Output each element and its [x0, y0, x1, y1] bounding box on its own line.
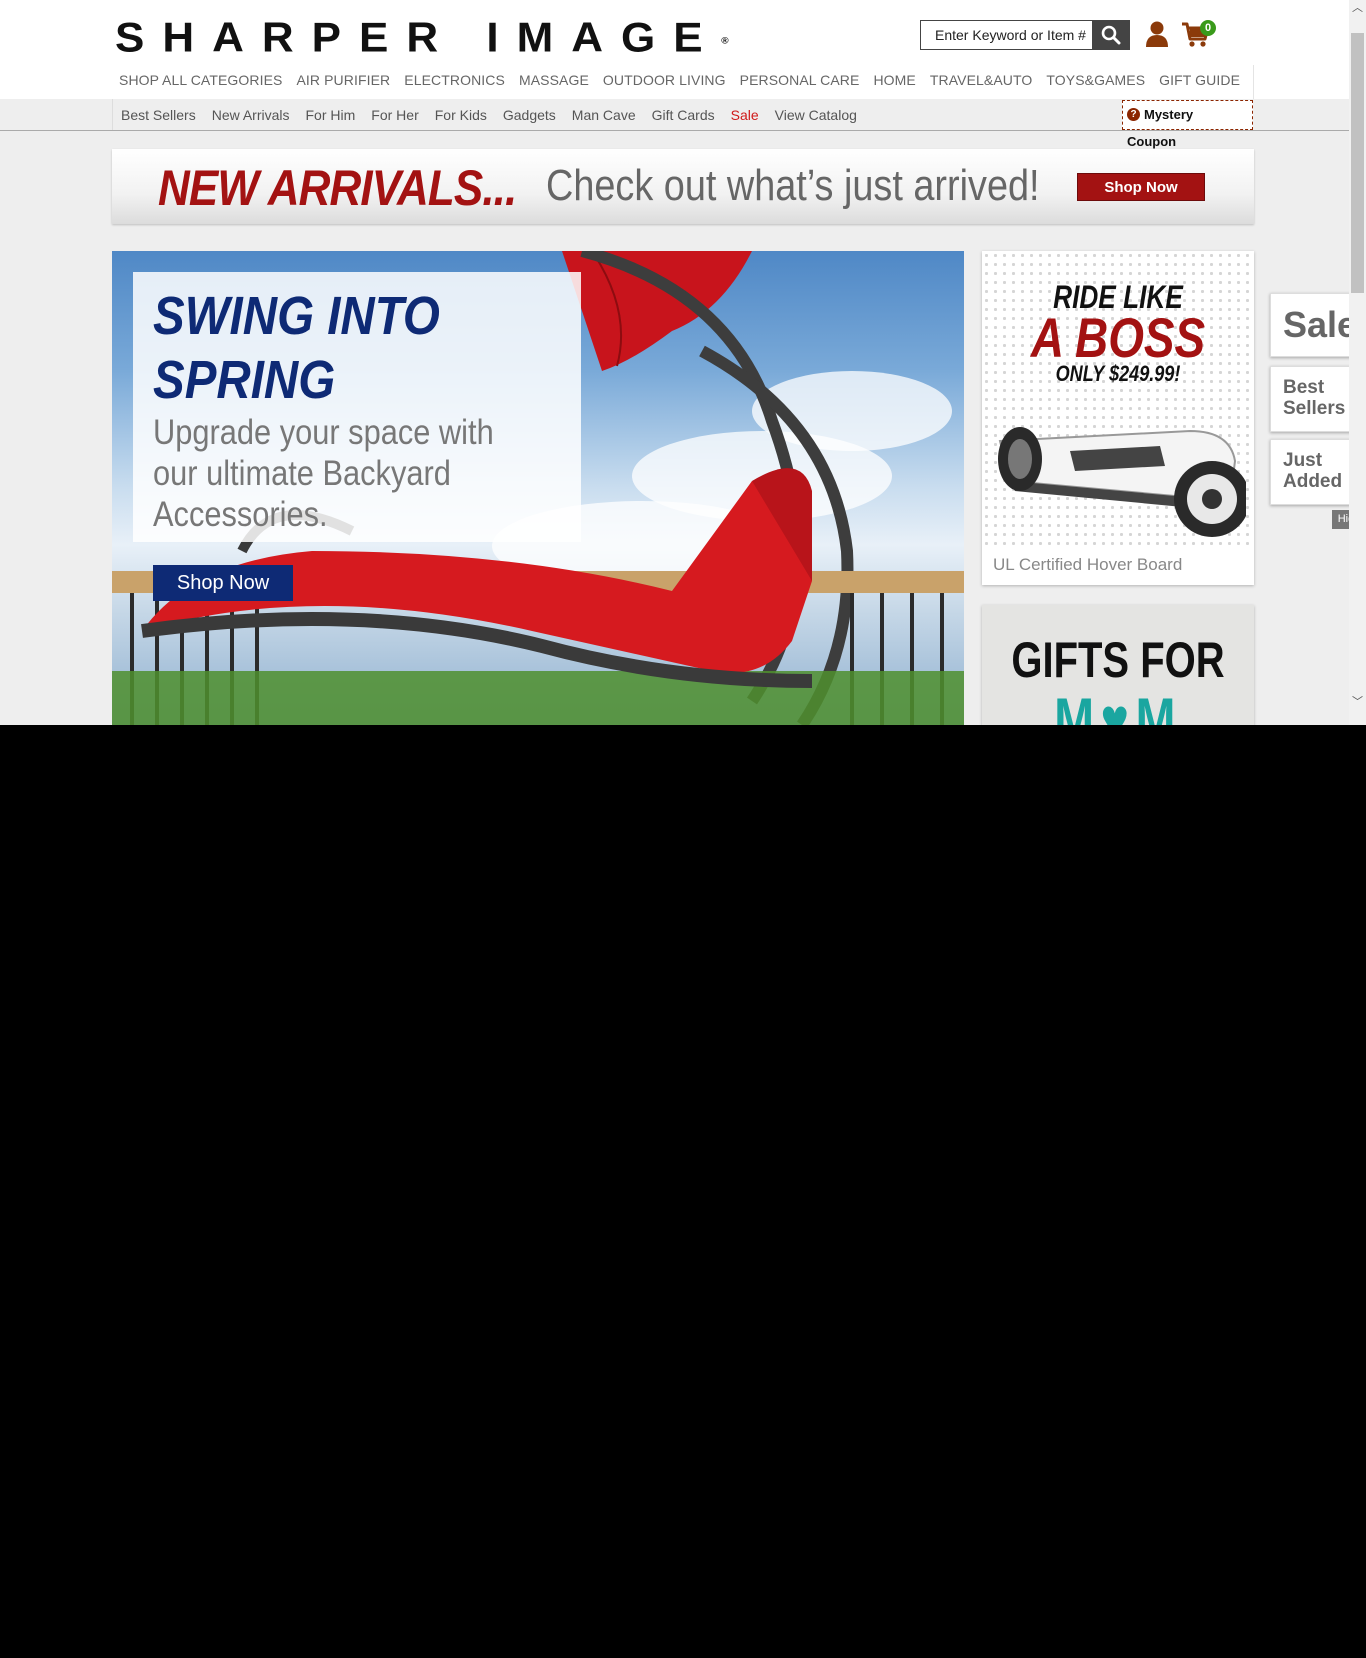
hero-shop-now-button[interactable]: Shop Now — [153, 565, 293, 601]
main-nav-item[interactable]: SHOP ALL CATEGORIES — [112, 65, 289, 99]
main-nav-item[interactable]: GIFT GUIDE — [1152, 65, 1247, 99]
ad-price: ONLY $249.99! — [1055, 361, 1181, 386]
ad-mom: M♥M — [1054, 686, 1182, 725]
main-nav-item[interactable]: OUTDOOR LIVING — [596, 65, 733, 99]
main-nav-item[interactable]: HOME — [866, 65, 922, 99]
main-nav: SHOP ALL CATEGORIES AIR PURIFIER ELECTRO… — [112, 65, 1254, 99]
mystery-coupon-button[interactable]: ? Mystery — [1122, 100, 1253, 130]
scroll-up-arrow-icon[interactable]: ︿ — [1349, 0, 1366, 17]
site-header: SHARPER IMAGE® 0 SHOP ALL CATEGORIES AIR… — [0, 0, 1349, 99]
hoverboard-ad[interactable]: RIDE LIKE A BOSS ONLY $249.99! UL Certif… — [982, 251, 1254, 585]
hero-description: Upgrade your space with our ultimate Bac… — [153, 413, 494, 534]
logo-text: SHARPER IMAGE — [115, 14, 721, 61]
mystery-label: Mystery — [1144, 107, 1194, 122]
sub-nav-new-arrivals[interactable]: New Arrivals — [204, 99, 298, 130]
main-nav-item[interactable]: TOYS&GAMES — [1039, 65, 1152, 99]
scroll-down-arrow-icon[interactable]: ﹀ — [1349, 694, 1366, 711]
arrivals-headline: NEW ARRIVALS... — [158, 160, 517, 216]
scroll-thumb[interactable] — [1351, 33, 1364, 293]
sub-nav-for-kids[interactable]: For Kids — [427, 99, 495, 130]
main-nav-item[interactable]: AIR PURIFIER — [289, 65, 397, 99]
main-nav-item[interactable]: PERSONAL CARE — [733, 65, 867, 99]
main-nav-item[interactable]: ELECTRONICS — [397, 65, 512, 99]
sub-nav-best-sellers[interactable]: Best Sellers — [113, 99, 204, 130]
new-arrivals-banner[interactable]: NEW ARRIVALS... Check out what’s just ar… — [112, 149, 1254, 224]
page-scrollbar[interactable]: ︿ ﹀ — [1349, 0, 1366, 725]
arrivals-shop-now-button[interactable]: Shop Now — [1077, 173, 1205, 201]
hero-text-panel: SWING INTO SPRING Upgrade your space wit… — [133, 272, 581, 542]
sub-nav-for-him[interactable]: For Him — [298, 99, 364, 130]
sharper-image-logo[interactable]: SHARPER IMAGE ® — [115, 14, 729, 61]
account-icon[interactable] — [1145, 20, 1169, 48]
question-icon: ? — [1127, 108, 1140, 121]
arrivals-text: Check out what’s just arrived! — [546, 161, 1040, 210]
search-input[interactable] — [921, 21, 1091, 49]
hero-banner[interactable]: SWING INTO SPRING Upgrade your space wit… — [112, 251, 964, 725]
hero-title: SWING INTO SPRING — [153, 286, 440, 410]
search-box — [920, 20, 1130, 50]
browser-viewport: SHARPER IMAGE® 0 SHOP ALL CATEGORIES AIR… — [0, 0, 1366, 725]
gifts-for-mom-ad[interactable]: GIFTS FOR M♥M — [982, 605, 1254, 725]
registered-mark: ® — [721, 36, 729, 47]
sub-nav-sale[interactable]: Sale — [723, 99, 767, 130]
hoverboard-caption[interactable]: UL Certified Hover Board — [993, 555, 1182, 575]
main-nav-item[interactable]: TRAVEL&AUTO — [923, 65, 1040, 99]
sub-nav-view-catalog[interactable]: View Catalog — [767, 99, 865, 130]
sub-nav-gift-cards[interactable]: Gift Cards — [644, 99, 723, 130]
hoverboard-image — [998, 427, 1246, 537]
main-nav-item[interactable]: MASSAGE — [512, 65, 596, 99]
sub-nav-for-her[interactable]: For Her — [363, 99, 426, 130]
ad-gifts-for: GIFTS FOR — [1011, 632, 1225, 688]
mystery-coupon-label[interactable]: Coupon — [1127, 134, 1176, 149]
sub-nav-gadgets[interactable]: Gadgets — [495, 99, 564, 130]
search-icon — [1101, 25, 1121, 45]
sub-nav-man-cave[interactable]: Man Cave — [564, 99, 644, 130]
cart-count-badge: 0 — [1200, 20, 1216, 36]
search-button[interactable] — [1092, 20, 1130, 50]
